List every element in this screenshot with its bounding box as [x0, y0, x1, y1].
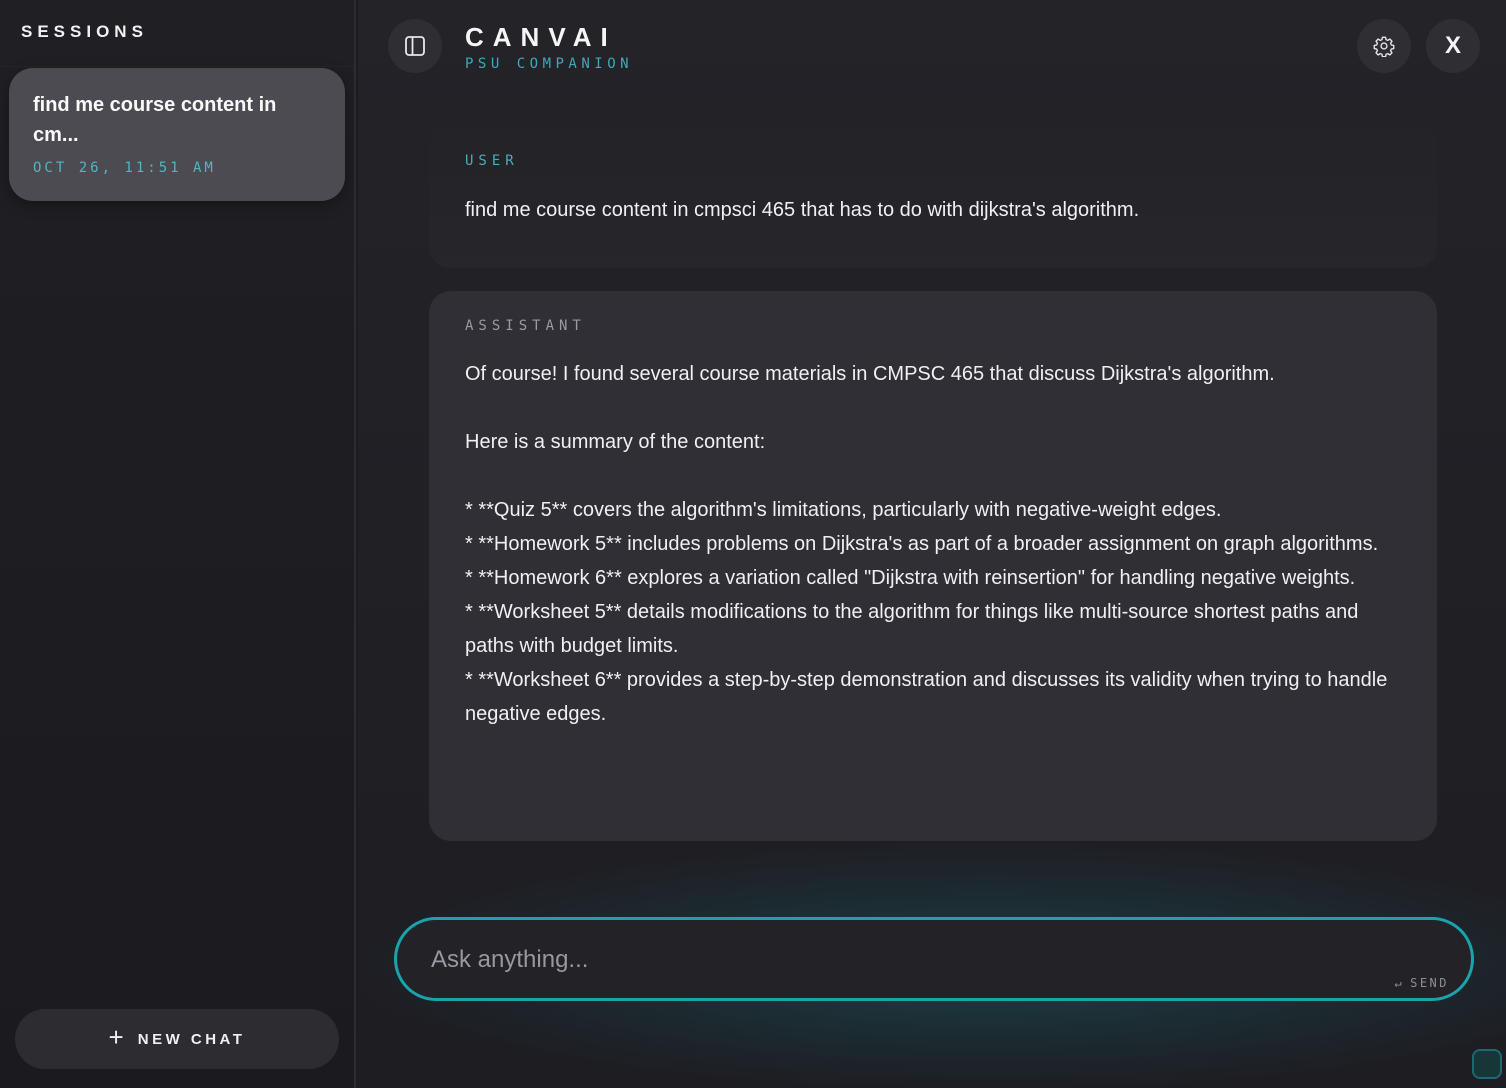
- send-label: SEND: [1410, 976, 1449, 990]
- message-intro: Of course! I found several course materi…: [465, 363, 1275, 385]
- close-icon: X: [1444, 32, 1461, 59]
- sidebar-title: SESSIONS: [21, 22, 148, 41]
- session-item[interactable]: find me course content in cm... OCT 26, …: [9, 68, 345, 201]
- message-role-label: USER: [465, 153, 519, 169]
- sidebar-toggle-icon: [405, 36, 425, 56]
- close-button[interactable]: X: [1426, 19, 1480, 73]
- chat-panel: CANVAI PSU COMPANION X USER find me cour…: [358, 0, 1506, 1088]
- message-bullet: * **Worksheet 6** provides a step-by-ste…: [465, 669, 1388, 725]
- plus-icon: +: [108, 1022, 124, 1052]
- new-chat-button[interactable]: + NEW CHAT: [15, 1009, 339, 1069]
- sidebar: SESSIONS find me course content in cm...…: [0, 0, 356, 1088]
- user-message: USER find me course content in cmpsci 46…: [429, 118, 1437, 268]
- settings-button[interactable]: [1357, 19, 1411, 73]
- message-role-label: ASSISTANT: [465, 318, 586, 334]
- sidebar-divider: [0, 66, 354, 67]
- session-title: find me course content in cm...: [33, 94, 277, 146]
- chat-input[interactable]: [431, 942, 1351, 978]
- enter-icon: ↵: [1394, 976, 1405, 990]
- message-bullet: * **Homework 6** explores a variation ca…: [465, 567, 1356, 589]
- new-chat-label: NEW CHAT: [137, 1030, 246, 1048]
- app-title: CANVAI: [465, 22, 617, 52]
- gear-icon: [1373, 36, 1395, 57]
- corner-widget-button[interactable]: [1472, 1049, 1502, 1079]
- app-subtitle: PSU COMPANION: [465, 56, 634, 72]
- message-text: Of course! I found several course materi…: [465, 357, 1405, 731]
- message-text: find me course content in cmpsci 465 tha…: [465, 199, 1140, 221]
- composer: ↵ SEND: [394, 917, 1474, 1001]
- send-button[interactable]: ↵ SEND: [1394, 976, 1449, 990]
- message-summary-heading: Here is a summary of the content:: [465, 431, 766, 453]
- message-bullet: * **Quiz 5** covers the algorithm's limi…: [465, 499, 1222, 521]
- session-timestamp: OCT 26, 11:51 AM: [33, 160, 216, 176]
- message-bullet: * **Homework 5** includes problems on Di…: [465, 533, 1379, 555]
- assistant-message: ASSISTANT Of course! I found several cou…: [429, 291, 1437, 841]
- message-bullet: * **Worksheet 5** details modifications …: [465, 601, 1359, 657]
- sidebar-toggle-button[interactable]: [388, 19, 442, 73]
